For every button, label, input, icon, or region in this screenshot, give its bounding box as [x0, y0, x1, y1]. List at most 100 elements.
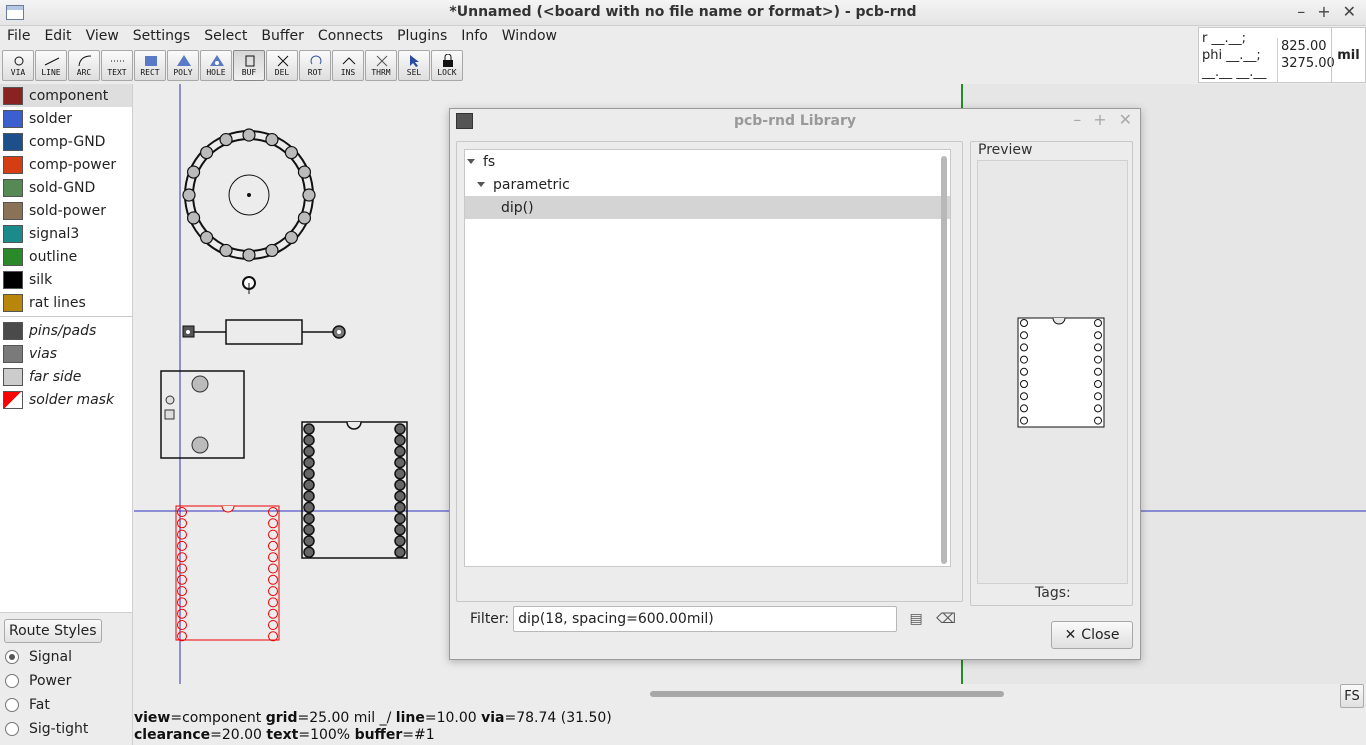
tool-rect-button[interactable]: RECT — [134, 50, 166, 81]
route-style-fat-radio[interactable]: Fat — [5, 697, 50, 713]
status-key: text — [266, 727, 299, 743]
library-minimize-button[interactable]: – — [1073, 110, 1081, 129]
menu-connects[interactable]: Connects — [311, 26, 390, 48]
preview-pad — [1020, 416, 1028, 425]
arc-icon — [78, 55, 92, 67]
tool-arc-button[interactable]: ARC — [68, 50, 100, 81]
clear-filter-icon[interactable]: ⌫ — [935, 608, 957, 630]
layer-item-sold-power[interactable]: sold-power — [0, 199, 132, 222]
tool-poly-button[interactable]: POLY — [167, 50, 199, 81]
filter-options-icon[interactable]: ▤ — [905, 608, 927, 630]
tool-thermal-button[interactable]: THRM — [365, 50, 397, 81]
fullscreen-button[interactable]: FS — [1340, 684, 1364, 708]
radio-dot — [5, 722, 19, 736]
scrollbar-thumb[interactable] — [650, 691, 1004, 697]
layer-item-rat-lines[interactable]: rat lines — [0, 291, 132, 314]
filter-label: Filter: — [470, 611, 510, 627]
route-style-sig-tight-radio[interactable]: Sig-tight — [5, 721, 88, 737]
layer-item-solder[interactable]: solder — [0, 107, 132, 130]
expander-icon[interactable] — [467, 159, 475, 164]
layer-item-far-side[interactable]: far side — [0, 365, 132, 388]
layer-item-vias[interactable]: vias — [0, 342, 132, 365]
preview-pad — [1094, 404, 1102, 413]
dip-pad — [394, 434, 406, 446]
menu-plugins[interactable]: Plugins — [390, 26, 454, 48]
library-tree[interactable]: fs parametric dip() — [464, 149, 951, 567]
preview-pad — [1020, 392, 1028, 401]
layer-color-swatch — [3, 86, 23, 105]
tree-scrollbar[interactable] — [941, 156, 947, 564]
layer-item-comp-power[interactable]: comp-power — [0, 153, 132, 176]
cursor-y-readout: 3275.00 — [1281, 56, 1335, 71]
preview-drawing — [1017, 317, 1105, 428]
encoder-pad — [199, 230, 214, 245]
menu-settings[interactable]: Settings — [126, 26, 197, 48]
tool-text-button[interactable]: TEXT — [101, 50, 133, 81]
layer-item-signal3[interactable]: signal3 — [0, 222, 132, 245]
preview-pad — [1094, 331, 1102, 340]
layer-item-pins-pads[interactable]: pins/pads — [0, 319, 132, 342]
tool-select-button[interactable]: SEL — [398, 50, 430, 81]
menu-select[interactable]: Select — [197, 26, 254, 48]
layer-color-swatch — [3, 293, 23, 312]
dip-pad — [394, 546, 406, 558]
layer-color-swatch — [3, 155, 23, 174]
tool-buffer-button[interactable]: BUF — [233, 50, 265, 81]
layer-item-component[interactable]: component — [0, 84, 132, 107]
encoder-pad — [265, 243, 279, 258]
route-style-power-radio[interactable]: Power — [5, 673, 71, 689]
menu-view[interactable]: View — [79, 26, 126, 48]
menu-buffer[interactable]: Buffer — [254, 26, 311, 48]
coordinate-readout: r __.__; phi __.__; __.__ __.__ 825.00 3… — [1198, 27, 1366, 83]
unit-toggle-button[interactable]: mil — [1331, 28, 1365, 82]
layer-item-comp-gnd[interactable]: comp-GND — [0, 130, 132, 153]
tool-delete-button[interactable]: DEL — [266, 50, 298, 81]
via-icon — [14, 56, 24, 66]
dip-pad — [303, 423, 315, 435]
horizontal-scrollbar[interactable] — [134, 686, 1338, 700]
preview-pad — [1094, 392, 1102, 401]
dip-pad — [303, 445, 315, 458]
tool-line-button[interactable]: LINE — [35, 50, 67, 81]
library-close-icon-button[interactable]: ✕ — [1119, 110, 1132, 129]
preview-area — [977, 160, 1128, 584]
library-maximize-button[interactable]: + — [1093, 110, 1106, 129]
tool-hole-button[interactable]: HOLE — [200, 50, 232, 81]
menu-file[interactable]: File — [0, 26, 37, 48]
minimize-button[interactable]: – — [1297, 2, 1305, 21]
thermal-icon — [376, 55, 388, 67]
menu-info[interactable]: Info — [454, 26, 495, 48]
preview-pad — [1020, 343, 1028, 352]
expander-icon[interactable] — [477, 182, 485, 187]
menu-bar: File Edit View Settings Select Buffer Co… — [0, 26, 564, 48]
status-line-1: view=component grid=25.00 mil _/ line=10… — [134, 710, 612, 727]
route-styles-button[interactable]: Route Styles — [4, 619, 102, 643]
tree-item-fs[interactable]: fs — [465, 150, 950, 173]
status-line-2: clearance=20.00 text=100% buffer=#1 — [134, 727, 612, 744]
tool-lock-button[interactable]: LOCK — [431, 50, 463, 81]
menu-edit[interactable]: Edit — [37, 26, 78, 48]
status-key: view — [134, 710, 171, 726]
tool-via-button[interactable]: VIA — [2, 50, 34, 81]
tree-item-parametric[interactable]: parametric — [465, 173, 950, 196]
preview-frame: Preview Tags: — [970, 141, 1133, 606]
layer-item-solder-mask[interactable]: solder mask — [0, 388, 132, 411]
tool-rotate-button[interactable]: ROT — [299, 50, 331, 81]
layer-panel: component solder comp-GND comp-power sol… — [0, 84, 133, 612]
tool-insert-button[interactable]: INS — [332, 50, 364, 81]
dip-pad — [303, 524, 315, 536]
menu-window[interactable]: Window — [495, 26, 564, 48]
tree-item-dip[interactable]: dip() — [465, 196, 950, 219]
close-window-button[interactable]: ✕ — [1343, 2, 1356, 21]
layer-item-sold-gnd[interactable]: sold-GND — [0, 176, 132, 199]
status-value: =78.74 (31.50) — [504, 710, 612, 726]
library-close-button[interactable]: ✕ Close — [1051, 621, 1133, 649]
status-key: line — [395, 710, 425, 726]
filter-input[interactable] — [513, 606, 898, 632]
maximize-button[interactable]: + — [1317, 2, 1330, 21]
route-style-signal-radio[interactable]: Signal — [5, 649, 72, 665]
line-icon — [44, 57, 60, 66]
radio-dot — [5, 674, 19, 688]
layer-item-outline[interactable]: outline — [0, 245, 132, 268]
layer-item-silk[interactable]: silk — [0, 268, 132, 291]
